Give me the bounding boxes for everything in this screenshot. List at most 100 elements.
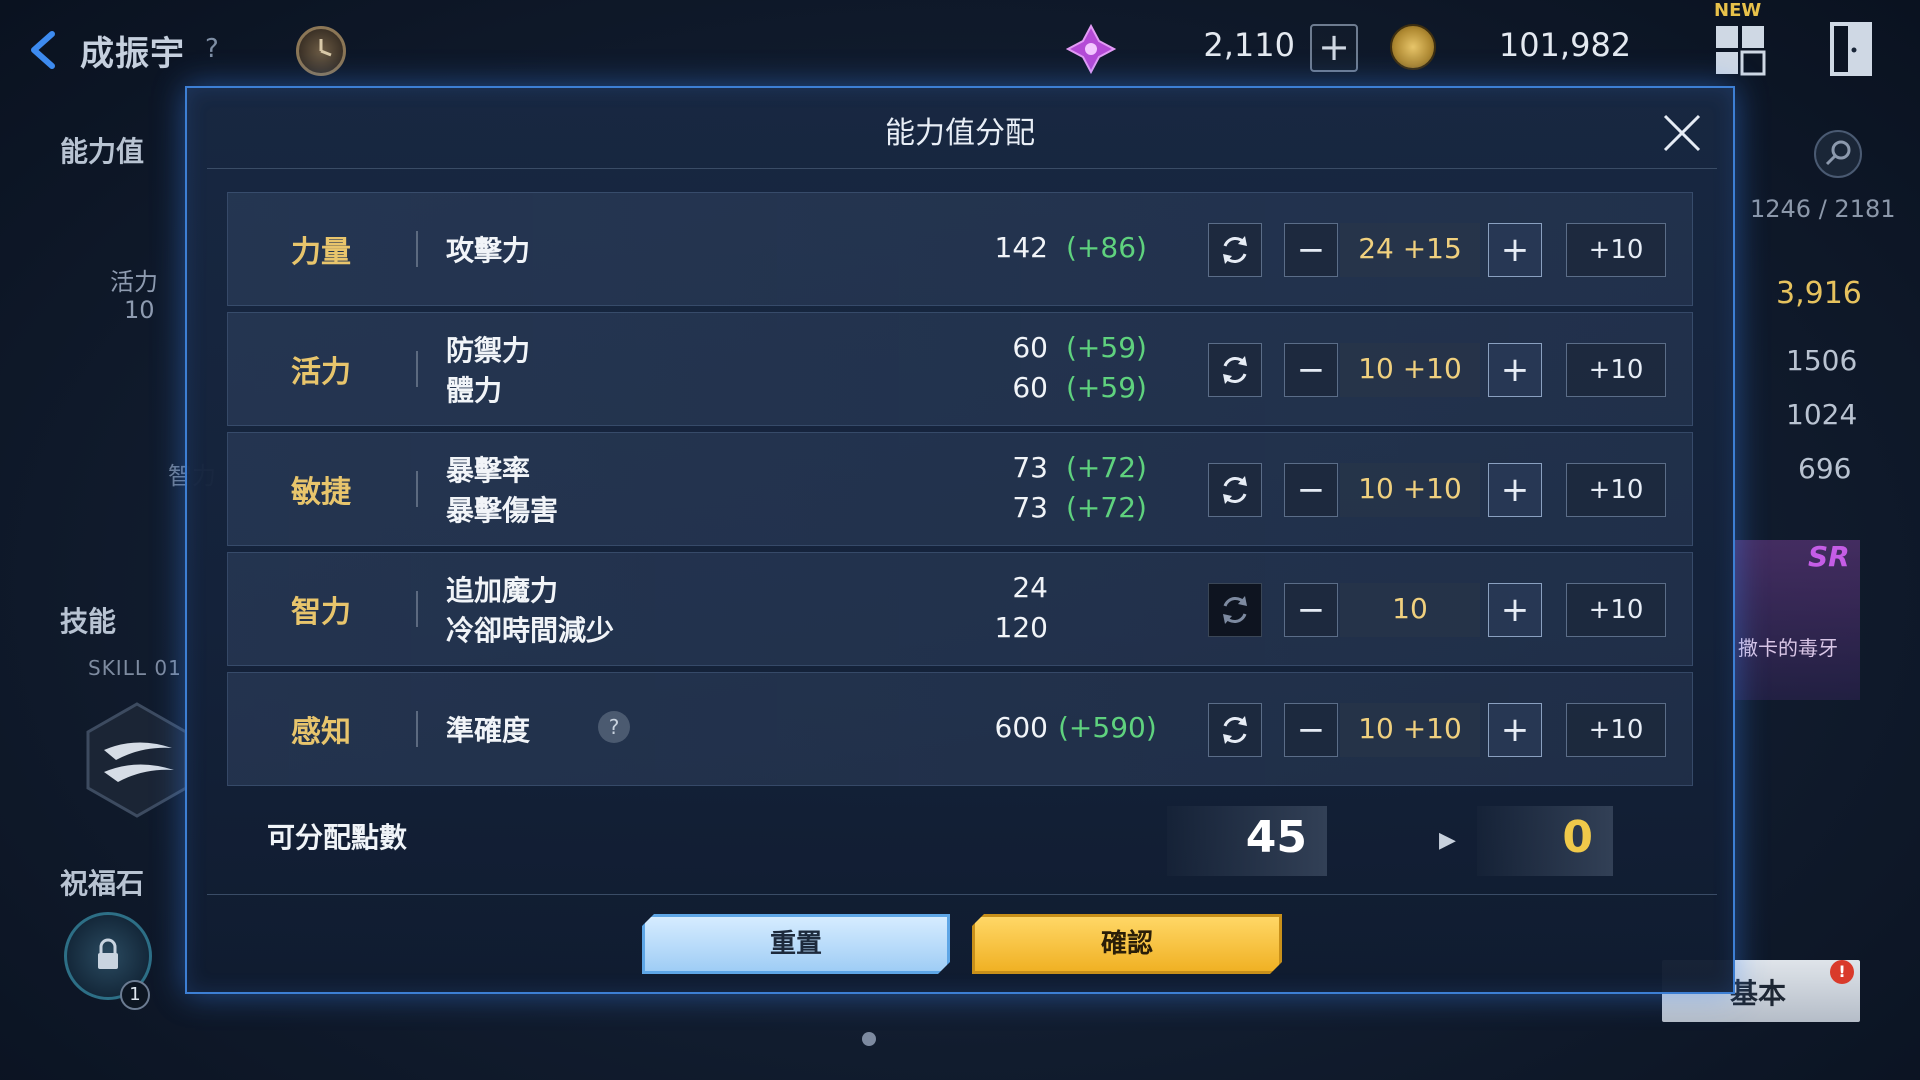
equipment-name: 撒卡的毒牙 bbox=[1738, 636, 1838, 660]
attribute-name: 體力 bbox=[446, 374, 503, 407]
plus-ten-button[interactable]: +10 bbox=[1566, 223, 1666, 277]
attribute-bonus: (+590) bbox=[1058, 711, 1157, 744]
reset-stat-button[interactable] bbox=[1208, 583, 1262, 637]
row-divider bbox=[416, 711, 418, 747]
allocatable-points-before: 45 bbox=[1245, 812, 1307, 863]
plus-ten-button[interactable]: +10 bbox=[1566, 703, 1666, 757]
attribute-value: 60 bbox=[1012, 331, 1048, 364]
increase-button[interactable]: + bbox=[1488, 223, 1542, 277]
attribute-value: 60 bbox=[1012, 371, 1048, 404]
increase-button[interactable]: + bbox=[1488, 343, 1542, 397]
confirm-button[interactable]: 確認 bbox=[972, 914, 1282, 974]
increase-button[interactable]: + bbox=[1488, 463, 1542, 517]
attribute-name: 準確度 bbox=[446, 714, 531, 747]
stat-name: 力量 bbox=[291, 235, 351, 270]
alert-badge: ! bbox=[1830, 960, 1854, 984]
combat-power-value: 3,916 bbox=[1776, 276, 1862, 311]
row-divider bbox=[416, 351, 418, 387]
gem-icon bbox=[1066, 24, 1116, 74]
attribute-name: 暴擊傷害 bbox=[446, 494, 559, 527]
gold-coin-icon bbox=[1390, 24, 1436, 70]
help-icon[interactable]: ? bbox=[598, 711, 630, 743]
point-value: 24 +15 bbox=[1340, 223, 1480, 277]
basic-tab-label: 基本 bbox=[1730, 977, 1787, 1010]
reset-stat-button[interactable] bbox=[1208, 703, 1262, 757]
exit-door-icon[interactable] bbox=[1826, 20, 1876, 78]
increase-button[interactable]: + bbox=[1488, 703, 1542, 757]
skill-section-label[interactable]: 技能 bbox=[60, 600, 116, 640]
row-divider bbox=[416, 231, 418, 267]
refresh-icon bbox=[1223, 476, 1247, 504]
stat-row-vitality: 活力 防禦力 體力 60 60 (+59) (+59) − 10 +10 + +… bbox=[227, 312, 1693, 426]
decrease-button[interactable]: − bbox=[1284, 583, 1338, 637]
row-divider bbox=[416, 591, 418, 627]
refresh-icon bbox=[1223, 716, 1247, 744]
increase-button[interactable]: + bbox=[1488, 583, 1542, 637]
attribute-value: 120 bbox=[994, 611, 1048, 644]
bg-stat-value: 696 bbox=[1798, 452, 1852, 485]
refresh-icon bbox=[1223, 356, 1247, 384]
allocatable-points-label: 可分配點數 bbox=[267, 821, 408, 854]
attribute-bonus: (+59) bbox=[1066, 331, 1147, 364]
stat-name: 感知 bbox=[291, 715, 351, 750]
stat-name: 智力 bbox=[291, 595, 351, 630]
title-divider bbox=[207, 168, 1717, 169]
reset-stat-button[interactable] bbox=[1208, 463, 1262, 517]
refresh-icon bbox=[1223, 236, 1247, 264]
stats-section-label[interactable]: 能力值 bbox=[60, 130, 144, 170]
search-icon[interactable] bbox=[1812, 128, 1864, 180]
stat-row-perception: 感知 準確度 ? 600 (+590) − 10 +10 + +10 bbox=[227, 672, 1693, 786]
gem-add-button[interactable]: + bbox=[1310, 24, 1358, 72]
dialog-title: 能力值分配 bbox=[885, 116, 1035, 151]
gold-count: 101,982 bbox=[1498, 26, 1632, 64]
stat-name: 敏捷 bbox=[291, 475, 351, 510]
bg-stat-value: 1506 bbox=[1786, 344, 1858, 377]
stat-name: 活力 bbox=[291, 355, 351, 390]
point-value: 10 +10 bbox=[1340, 343, 1480, 397]
decrease-button[interactable]: − bbox=[1284, 223, 1338, 277]
plus-ten-button[interactable]: +10 bbox=[1566, 463, 1666, 517]
stat-row-agility: 敏捷 暴擊率 暴擊傷害 73 73 (+72) (+72) − 10 +10 +… bbox=[227, 432, 1693, 546]
decrease-button[interactable]: − bbox=[1284, 463, 1338, 517]
exp-counter: 1246 / 2181 bbox=[1750, 195, 1896, 223]
attribute-bonus: (+59) bbox=[1066, 371, 1147, 404]
attribute-bonus: (+72) bbox=[1066, 451, 1147, 484]
row-divider bbox=[416, 471, 418, 507]
attribute-bonus: (+86) bbox=[1066, 231, 1147, 264]
bg-vitality-label: 活力 bbox=[110, 268, 158, 296]
close-icon[interactable] bbox=[1659, 110, 1705, 156]
plus-ten-button[interactable]: +10 bbox=[1566, 343, 1666, 397]
help-mark[interactable]: ? bbox=[205, 34, 219, 64]
attribute-name: 防禦力 bbox=[446, 334, 531, 367]
clock-icon[interactable] bbox=[296, 26, 346, 76]
gem-count: 2,110 bbox=[1203, 26, 1295, 64]
arrow-right-icon: ▶ bbox=[1439, 828, 1456, 853]
skill-slot-label: SKILL 01 bbox=[88, 656, 182, 680]
attribute-name: 攻擊力 bbox=[446, 234, 531, 267]
rarity-badge: SR bbox=[1808, 540, 1850, 573]
new-badge: NEW bbox=[1714, 0, 1762, 21]
attribute-name: 暴擊率 bbox=[446, 454, 531, 487]
decrease-button[interactable]: − bbox=[1284, 343, 1338, 397]
back-arrow-icon[interactable] bbox=[22, 28, 66, 72]
page-indicator-dot bbox=[862, 1032, 876, 1046]
decrease-button[interactable]: − bbox=[1284, 703, 1338, 757]
attribute-value: 142 bbox=[994, 231, 1048, 264]
skill-claw-icon[interactable] bbox=[82, 700, 192, 820]
stat-allocation-dialog: 能力值分配 力量 攻擊力 142 (+86) − 24 +15 + +10 活力… bbox=[185, 86, 1735, 994]
point-value: 10 +10 bbox=[1340, 463, 1480, 517]
attribute-value: 24 bbox=[1012, 571, 1048, 604]
plus-ten-button[interactable]: +10 bbox=[1566, 583, 1666, 637]
reset-stat-button[interactable] bbox=[1208, 343, 1262, 397]
reset-stat-button[interactable] bbox=[1208, 223, 1262, 277]
bg-stat-value: 1024 bbox=[1786, 398, 1858, 431]
allocatable-points-after: 0 bbox=[1562, 812, 1593, 863]
blessing-stone-label[interactable]: 祝福石 bbox=[60, 862, 144, 902]
player-name: 成振宇 bbox=[80, 34, 185, 74]
reset-button[interactable]: 重置 bbox=[642, 914, 950, 974]
attribute-name: 冷卻時間減少 bbox=[446, 614, 615, 647]
point-value: 10 bbox=[1340, 583, 1480, 637]
refresh-icon bbox=[1223, 596, 1247, 624]
menu-grid-icon[interactable] bbox=[1712, 22, 1768, 78]
attribute-value: 600 bbox=[994, 711, 1048, 744]
